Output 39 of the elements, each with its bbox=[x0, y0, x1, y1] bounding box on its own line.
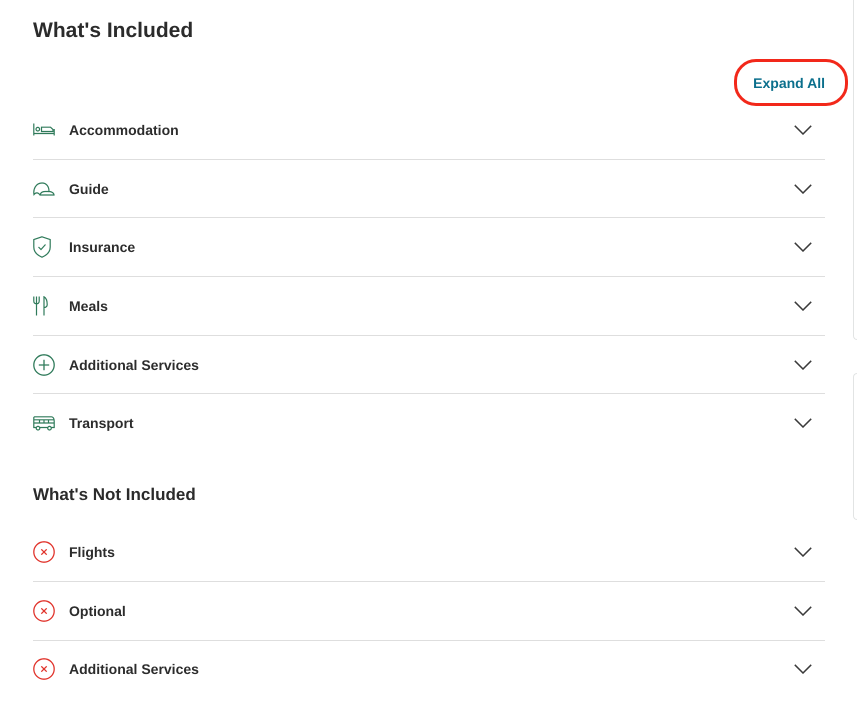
row-label: Additional Services bbox=[69, 356, 199, 373]
accordion-row[interactable]: Additional Services bbox=[33, 336, 825, 394]
chevron-icon[interactable] bbox=[794, 418, 812, 428]
expand-all-link[interactable]: Expand All bbox=[753, 71, 825, 95]
accordion-row[interactable]: Flights bbox=[33, 523, 825, 582]
chevron-icon[interactable] bbox=[794, 606, 812, 616]
section-heading: What's Not Included bbox=[33, 484, 197, 506]
row-label: Guide bbox=[69, 180, 109, 197]
row-label: Transport bbox=[69, 415, 134, 432]
row-label: Accommodation bbox=[69, 122, 179, 138]
accordion-row[interactable]: Optional bbox=[33, 582, 825, 640]
cap-icon bbox=[33, 182, 55, 196]
cross-circle-icon bbox=[33, 600, 55, 622]
fork-knife-icon bbox=[33, 296, 48, 316]
section-heading: What's Included bbox=[33, 18, 194, 44]
row-label: Additional Services bbox=[69, 661, 199, 678]
row-label: Optional bbox=[69, 602, 126, 619]
bed-icon bbox=[33, 123, 55, 136]
accordion-row[interactable]: Additional Services bbox=[33, 640, 825, 698]
chevron-icon[interactable] bbox=[794, 124, 812, 135]
accordion-row[interactable]: Transport bbox=[33, 394, 825, 452]
accordion-row[interactable]: Meals bbox=[33, 277, 825, 336]
row-label: Insurance bbox=[69, 239, 136, 256]
accordion-row[interactable]: Guide bbox=[33, 160, 825, 218]
cross-circle-icon bbox=[33, 540, 55, 563]
chevron-icon[interactable] bbox=[794, 546, 812, 557]
chevron-icon[interactable] bbox=[794, 184, 812, 194]
row-label: Flights bbox=[69, 544, 115, 560]
chevron-icon[interactable] bbox=[794, 360, 812, 370]
accordion-row[interactable]: Insurance bbox=[33, 218, 825, 278]
row-label: Meals bbox=[69, 298, 108, 314]
cross-circle-icon bbox=[33, 658, 55, 680]
chevron-icon[interactable] bbox=[794, 300, 812, 311]
van-icon bbox=[33, 416, 55, 431]
accordion-row[interactable]: Accommodation bbox=[33, 101, 825, 160]
chevron-icon[interactable] bbox=[794, 242, 812, 252]
shield-check-icon bbox=[33, 236, 51, 258]
chevron-icon[interactable] bbox=[794, 664, 812, 674]
plus-circle-icon bbox=[33, 354, 55, 376]
